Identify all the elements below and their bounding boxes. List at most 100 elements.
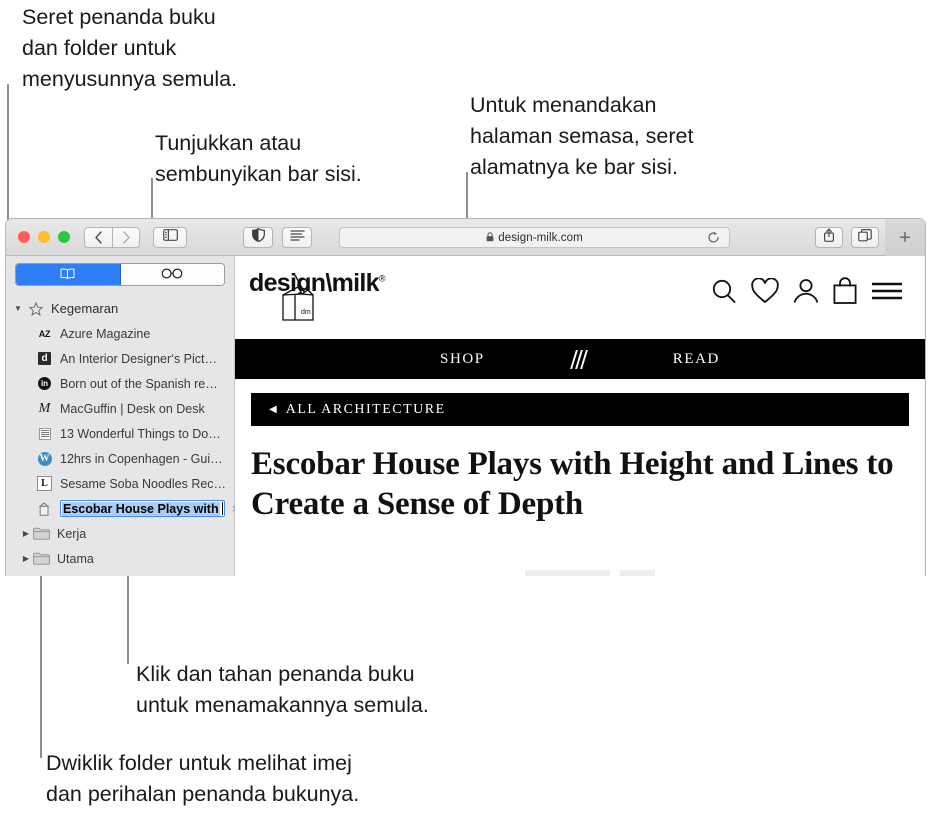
address-value: design-milk.com: [498, 231, 583, 244]
address-text: design-milk.com: [486, 232, 583, 244]
milk-carton-icon: [35, 501, 54, 517]
bookmark-folder-label: Utama: [57, 551, 94, 566]
bookmarks-tab[interactable]: [16, 264, 121, 285]
lock-icon: [486, 232, 494, 242]
browser-toolbar: design-milk.com +: [6, 219, 925, 256]
plus-icon: +: [899, 226, 911, 249]
share-icon: [823, 228, 835, 247]
heart-icon[interactable]: [751, 276, 779, 309]
site-header: design\milk® dm: [235, 256, 925, 339]
forward-button[interactable]: [112, 226, 140, 248]
safari-window: design-milk.com + ▼ Kegemaran AZ Azure M…: [5, 218, 926, 576]
window-body: ▼ Kegemaran AZ Azure Magazine d An Inter…: [6, 256, 925, 576]
bookmark-list: ▼ Kegemaran AZ Azure Magazine d An Inter…: [6, 292, 239, 571]
reader-lines-icon: [290, 228, 305, 246]
star-icon: [26, 301, 45, 317]
disclosure-triangle-icon[interactable]: ▶: [20, 529, 32, 538]
bookmark-item-label: 13 Wonderful Things to Do…: [60, 426, 221, 441]
reading-list-tab[interactable]: [120, 264, 224, 285]
folder-icon: [32, 551, 51, 567]
account-icon[interactable]: [793, 278, 819, 309]
grid-favicon-icon: [35, 426, 54, 442]
privacy-shield-icon: [251, 227, 265, 247]
minimize-window-button[interactable]: [38, 231, 50, 243]
breadcrumb[interactable]: ◀ ALL ARCHITECTURE: [251, 393, 909, 426]
bookmark-item-label: An Interior Designer‘s Pict…: [60, 351, 218, 366]
tab-overview-icon: [858, 228, 872, 247]
bookmark-folder-label: Kerja: [57, 526, 87, 541]
book-icon: [60, 266, 75, 284]
bookmark-rename-input[interactable]: Escobar House Plays with: [60, 500, 225, 517]
wordpress-favicon-icon: W: [37, 451, 52, 466]
sidebar-toggle-button[interactable]: [153, 226, 187, 248]
bookmark-item-azure[interactable]: AZ Azure Magazine: [6, 321, 234, 346]
back-button[interactable]: [84, 226, 112, 248]
reader-view-button[interactable]: [282, 226, 312, 248]
bookmark-item-13-things[interactable]: 13 Wonderful Things to Do…: [6, 421, 234, 446]
registered-mark: ®: [378, 273, 386, 284]
bookmark-item-interior-designer[interactable]: d An Interior Designer‘s Pict…: [6, 346, 234, 371]
article-headline: Escobar House Plays with Height and Line…: [251, 446, 894, 522]
milk-carton-logo-icon: dm: [282, 274, 314, 321]
bookmark-item-label: 12hrs in Copenhagen - Gui…: [60, 451, 223, 466]
lucky-peach-favicon-icon: L: [35, 476, 54, 492]
bookmark-item-editing[interactable]: Escobar House Plays with ×: [6, 496, 239, 521]
address-bar[interactable]: design-milk.com: [339, 227, 730, 248]
bookmark-item-label: Azure Magazine: [60, 326, 151, 341]
web-page-content: design\milk® dm SHOP READ ◀ ALL ARCHITEC…: [235, 256, 925, 576]
back-arrow-icon: ◀: [269, 404, 277, 415]
callout-top-right: Untuk menandakan halaman semasa, seret a…: [470, 93, 694, 179]
close-window-button[interactable]: [18, 231, 30, 243]
site-logo[interactable]: design\milk® dm: [249, 269, 386, 321]
navigation-buttons: [84, 226, 140, 248]
bookmark-item-sesame-soba[interactable]: L Sesame Soba Noodles Rec…: [6, 471, 234, 496]
bookmark-folder-utama[interactable]: ▶ Utama: [6, 546, 234, 571]
zoom-window-button[interactable]: [58, 231, 70, 243]
bookmark-group-kegemaran[interactable]: ▼ Kegemaran: [6, 296, 234, 321]
bookmark-item-macguffin[interactable]: M MacGuffin | Desk on Desk: [6, 396, 234, 421]
disclosure-triangle-icon[interactable]: ▶: [20, 554, 32, 563]
callout-bottom-middle: Klik dan tahan penanda buku untuk menama…: [136, 662, 429, 717]
page-placeholder-blocks: [525, 570, 655, 576]
bookmark-rename-value: Escobar House Plays with: [62, 501, 220, 516]
slashes-logo-icon[interactable]: [569, 349, 588, 369]
callout-top-left: Seret penanda buku dan folder untuk meny…: [22, 5, 238, 91]
menu-icon[interactable]: [871, 281, 903, 306]
bookmark-folder-kerja[interactable]: ▶ Kerja: [6, 521, 234, 546]
callout-top-middle: Tunjukkan atau sembunyikan bar sisi.: [155, 131, 362, 186]
window-controls: [6, 231, 70, 243]
disclosure-triangle-icon[interactable]: ▼: [12, 304, 24, 313]
callout-bottom-left: Dwiklik folder untuk melihat imej dan pe…: [46, 751, 360, 806]
leader-line-top-left: [7, 84, 9, 232]
svg-text:dm: dm: [301, 309, 311, 316]
search-icon[interactable]: [711, 278, 737, 309]
text-caret: [221, 502, 223, 515]
azure-favicon-icon: AZ: [38, 328, 51, 339]
nav-link-shop[interactable]: SHOP: [440, 351, 485, 368]
leader-line-bottom-left: [40, 562, 42, 758]
reload-icon[interactable]: [707, 231, 720, 249]
bookmark-item-label: MacGuffin | Desk on Desk: [60, 401, 205, 416]
privacy-report-button[interactable]: [243, 226, 273, 248]
glasses-icon: [161, 266, 183, 284]
ignant-favicon-icon: in: [35, 376, 54, 392]
macguffin-favicon-icon: M: [38, 400, 51, 416]
site-nav-bar: SHOP READ: [235, 339, 925, 379]
bag-icon[interactable]: [833, 277, 857, 309]
nav-link-read[interactable]: READ: [673, 351, 720, 368]
bookmark-item-label: Born out of the Spanish re…: [60, 376, 218, 391]
bookmark-item-copenhagen[interactable]: W 12hrs in Copenhagen - Gui…: [6, 446, 234, 471]
dezeen-favicon-icon: d: [35, 351, 54, 367]
sidebar-icon: [162, 228, 178, 246]
bookmark-item-spanish[interactable]: in Born out of the Spanish re…: [6, 371, 234, 396]
bookmark-group-label: Kegemaran: [51, 301, 119, 316]
bookmarks-sidebar: ▼ Kegemaran AZ Azure Magazine d An Inter…: [6, 256, 239, 576]
folder-icon: [32, 526, 51, 542]
new-tab-button[interactable]: +: [885, 219, 925, 256]
sidebar-mode-switch[interactable]: [15, 263, 225, 286]
bookmark-item-label: Sesame Soba Noodles Rec…: [60, 476, 227, 491]
site-nav-icons: [711, 276, 903, 309]
toolbar-right-buttons: [815, 227, 879, 248]
share-button[interactable]: [815, 227, 843, 248]
tab-overview-button[interactable]: [851, 227, 879, 248]
